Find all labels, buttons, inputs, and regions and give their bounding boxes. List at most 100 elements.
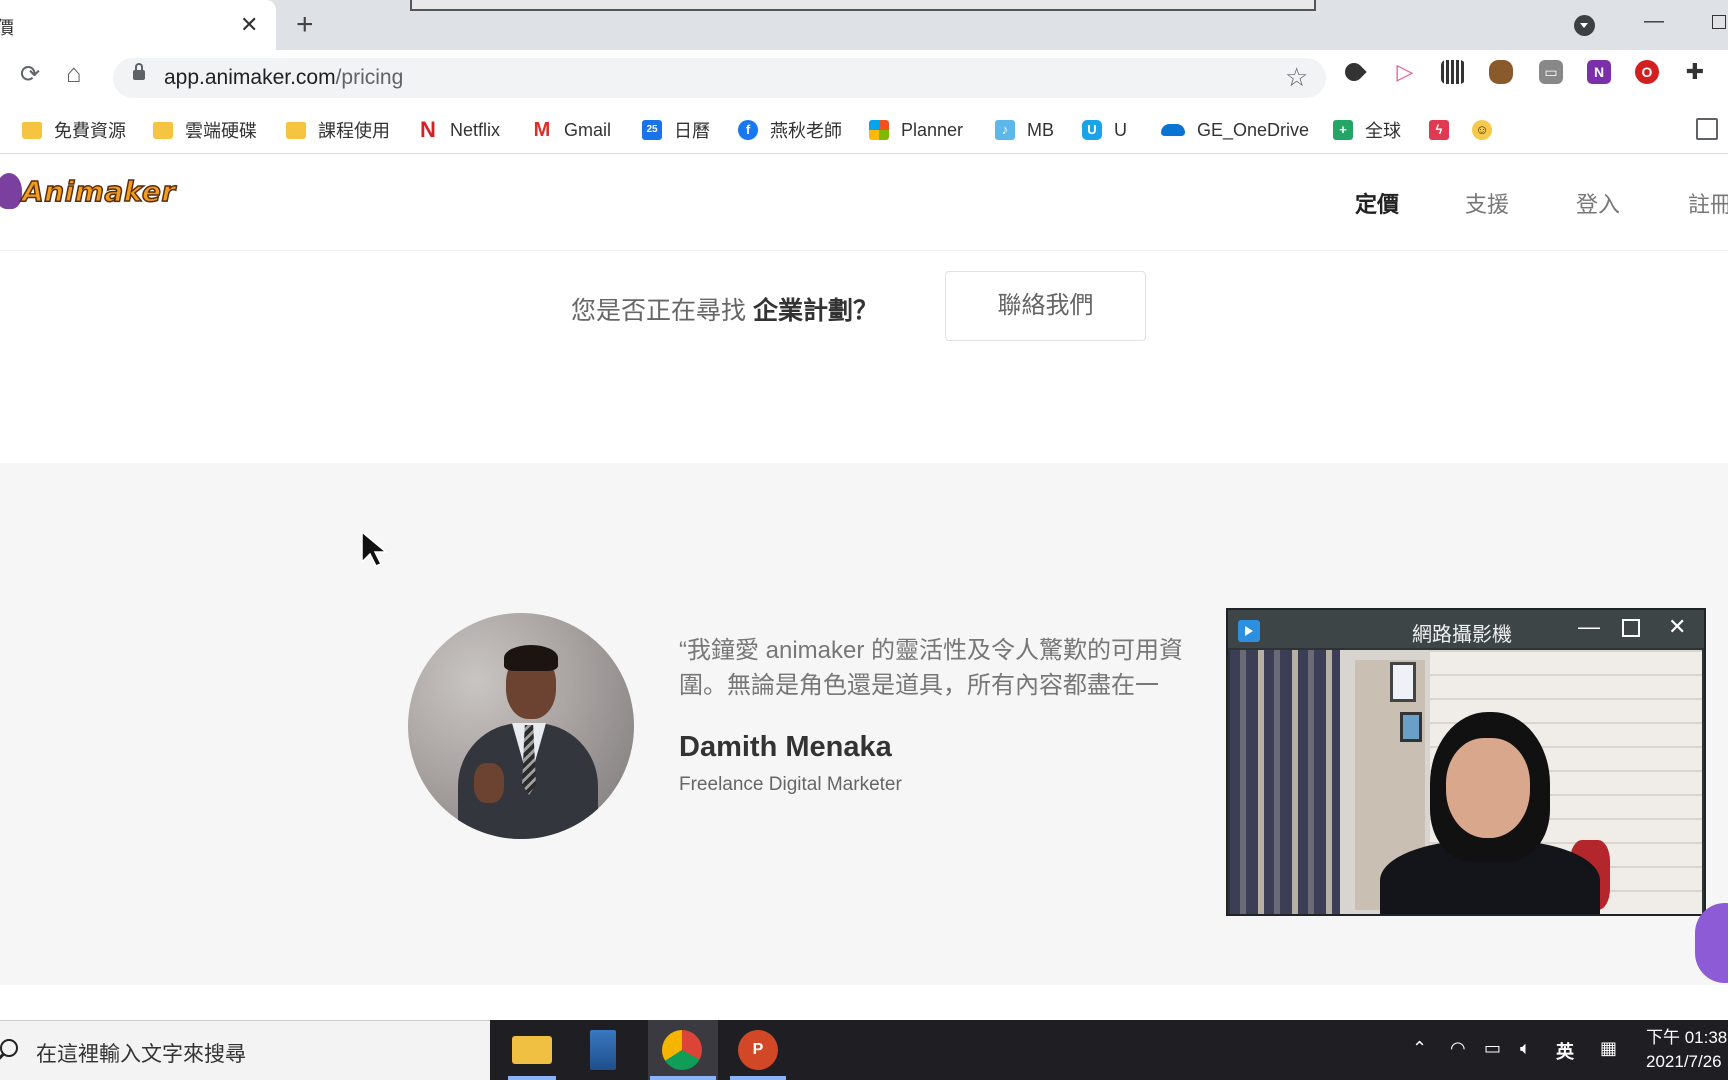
site-header: Animaker 定價 支援 登入 註冊 <box>0 155 1728 251</box>
onenote-extension-icon[interactable]: N <box>1587 60 1611 84</box>
bookmark-mb[interactable]: ♪ MB <box>995 116 1054 144</box>
new-tab-icon[interactable]: + <box>296 8 314 42</box>
enterprise-section: 您是否正在尋找 企業計劃？ 聯絡我們 <box>0 251 1728 463</box>
testimonial-avatar <box>408 613 634 839</box>
system-clock[interactable]: 下午 01:38 2021/7/26 <box>1646 1026 1727 1074</box>
bookmark-label: GE_OneDrive <box>1197 119 1310 140</box>
bookmark-cloud-drive[interactable]: 雲端硬碟 <box>153 116 257 144</box>
emoji-icon: ☺ <box>1472 120 1492 140</box>
ime-indicator[interactable]: 英 <box>1556 1038 1574 1064</box>
contact-us-button[interactable]: 聯絡我們 <box>945 271 1146 341</box>
bookmark-label: Planner <box>901 119 964 140</box>
address-bar[interactable]: app.animaker.com/pricing ☆ <box>113 58 1326 98</box>
logo-text: Animaker <box>21 174 176 209</box>
tab-search-icon[interactable] <box>1574 15 1595 36</box>
browser-tab[interactable]: 價 ✕ <box>0 0 276 50</box>
webcam-video-feed <box>1230 650 1702 914</box>
folder-icon <box>153 121 173 139</box>
testimonial-role: Freelance Digital Marketer <box>679 774 902 795</box>
webcam-titlebar[interactable]: 網路攝影機 — ✕ <box>1228 610 1704 648</box>
minimize-window-icon[interactable]: — <box>1644 10 1664 33</box>
home-icon[interactable]: ⌂ <box>66 58 82 89</box>
reading-list-icon[interactable] <box>1696 118 1718 140</box>
volume-icon[interactable]: 🔈︎ <box>1520 1038 1531 1059</box>
planner-icon <box>869 120 889 140</box>
bookmark-netflix[interactable]: N Netflix <box>418 116 500 144</box>
puzzle-extensions-icon[interactable]: ✚ <box>1683 60 1707 84</box>
gmail-icon: M <box>533 119 551 141</box>
nav-signup[interactable]: 註冊 <box>1688 187 1728 219</box>
reload-icon[interactable]: ⟳ <box>20 60 40 89</box>
close-icon[interactable]: ✕ <box>1668 614 1686 640</box>
bookmark-label: 課程使用 <box>318 121 390 141</box>
testimonial-author: Damith Menaka <box>679 731 892 763</box>
bookmark-label: 全球 <box>1365 121 1401 141</box>
qr-code-extension-icon[interactable] <box>1441 60 1465 84</box>
lock-icon <box>133 63 145 80</box>
u-icon: U <box>1082 120 1102 140</box>
mouse-cursor-icon <box>361 530 388 567</box>
webcam-app-icon <box>1238 620 1260 642</box>
logo-mark <box>0 173 22 209</box>
ime-mode-icon[interactable]: ▦ <box>1600 1038 1617 1059</box>
bookmark-flash[interactable]: ϟ <box>1429 116 1461 144</box>
bookmark-course[interactable]: 課程使用 <box>286 116 390 144</box>
onedrive-icon <box>1161 124 1185 136</box>
tab-strip: 價 ✕ + — <box>0 0 1728 50</box>
owl-extension-icon[interactable] <box>1489 60 1513 84</box>
mb-icon: ♪ <box>995 120 1015 140</box>
enterprise-question: 您是否正在尋找 企業計劃？ <box>571 297 878 325</box>
bookmarks-bar: 免費資源 雲端硬碟 課程使用 N Netflix M Gmail 25 日曆 f… <box>0 106 1728 154</box>
bookmark-teacher[interactable]: f 燕秋老師 <box>738 116 842 144</box>
testimonial-quote: “我鐘愛 animaker 的靈活性及令人驚歎的可用資 圍。無論是角色還是道具，… <box>679 637 1184 699</box>
maximize-icon[interactable] <box>1622 619 1640 637</box>
show-hidden-icons-icon[interactable]: ⌃ <box>1412 1038 1427 1059</box>
bookmark-label: MB <box>1027 119 1054 140</box>
powerpoint-icon[interactable]: P <box>738 1030 778 1070</box>
line-extension-icon[interactable]: ▭ <box>1539 60 1563 84</box>
taskbar-search-box[interactable]: 在這裡輸入文字來搜尋 <box>0 1020 490 1080</box>
search-placeholder: 在這裡輸入文字來搜尋 <box>36 1043 246 1066</box>
bookmark-label: 免費資源 <box>54 121 126 141</box>
minimize-icon[interactable]: — <box>1578 614 1600 640</box>
restore-window-icon[interactable] <box>1712 15 1726 29</box>
opera-extension-icon[interactable]: O <box>1635 60 1659 84</box>
webcam-title: 網路攝影機 <box>1412 624 1512 646</box>
browser-toolbar: ⟳ ⌂ app.animaker.com/pricing ☆ ▷ ▭ N O ✚ <box>0 50 1728 106</box>
close-tab-icon[interactable]: ✕ <box>240 12 258 38</box>
webcam-window[interactable]: 網路攝影機 — ✕ <box>1226 608 1706 916</box>
file-explorer-icon[interactable] <box>512 1036 552 1064</box>
bookmark-calendar[interactable]: 25 日曆 <box>642 116 710 144</box>
extension-frame <box>410 0 1316 11</box>
bookmark-planner[interactable]: Planner <box>869 116 963 144</box>
battery-icon[interactable]: ▭ <box>1484 1038 1501 1059</box>
netflix-icon: N <box>420 117 436 142</box>
nav-support[interactable]: 支援 <box>1465 187 1509 219</box>
bookmark-label: 燕秋老師 <box>770 121 842 141</box>
page-footer-strip <box>0 985 1728 1020</box>
url-text[interactable]: app.animaker.com/pricing <box>164 66 403 90</box>
tab-title: 價 <box>0 18 14 38</box>
bookmark-emoji[interactable]: ☺ <box>1472 116 1504 144</box>
nav-login[interactable]: 登入 <box>1576 187 1620 219</box>
bookmark-star-icon[interactable]: ☆ <box>1285 62 1308 93</box>
flash-icon: ϟ <box>1429 120 1449 140</box>
rocket-extension-icon[interactable] <box>1341 59 1367 85</box>
bookmark-label: 日曆 <box>674 121 710 141</box>
app-window-icon[interactable] <box>590 1030 616 1070</box>
chrome-icon[interactable] <box>662 1030 702 1070</box>
folder-icon <box>22 121 42 139</box>
bookmark-gmail[interactable]: M Gmail <box>532 116 611 144</box>
bookmark-onedrive[interactable]: GE_OneDrive <box>1161 116 1309 144</box>
animaker-logo[interactable]: Animaker <box>0 173 176 209</box>
nav-pricing[interactable]: 定價 <box>1355 187 1399 219</box>
screencast-extension-icon[interactable]: ▷ <box>1393 60 1417 84</box>
search-icon <box>0 1039 18 1057</box>
bookmark-label: Gmail <box>564 119 612 140</box>
wifi-icon[interactable]: ◠ <box>1450 1038 1466 1059</box>
calendar-icon: 25 <box>642 120 662 140</box>
bookmark-free-resources[interactable]: 免費資源 <box>22 116 126 144</box>
bookmark-global[interactable]: + 全球 <box>1333 116 1401 144</box>
facebook-icon: f <box>738 120 758 140</box>
bookmark-u[interactable]: U U <box>1082 116 1127 144</box>
